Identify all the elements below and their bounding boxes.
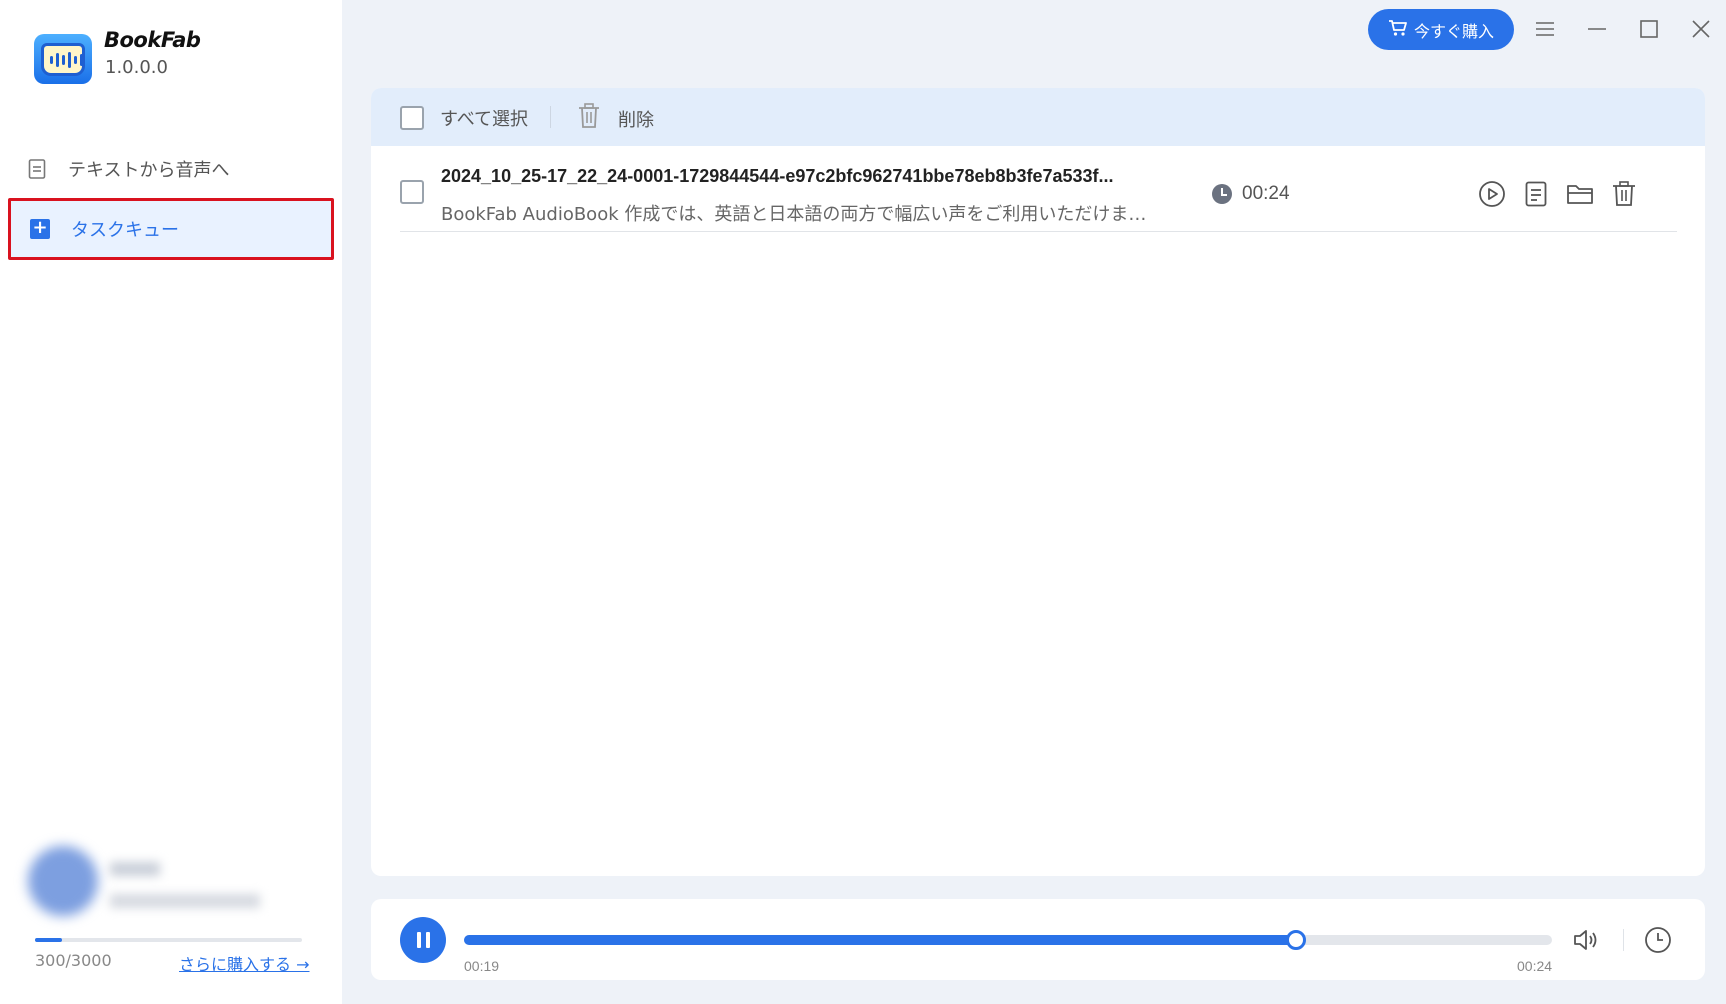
pause-icon: [416, 932, 421, 948]
toolbar-divider: [550, 106, 551, 128]
blurred-account-info: [110, 894, 260, 908]
player-divider: [1623, 929, 1624, 951]
select-all-control[interactable]: すべて選択: [400, 105, 528, 131]
buy-now-label: 今すぐ購入: [1413, 21, 1494, 41]
delete-label: 削除: [618, 109, 654, 131]
task-duration: 00:24: [1212, 183, 1290, 205]
sidebar-item-text-to-speech[interactable]: テキストから音声へ: [8, 138, 334, 200]
maximize-icon[interactable]: [1634, 14, 1664, 44]
queue-toolbar: すべて選択 削除: [371, 88, 1705, 146]
sleep-timer-icon[interactable]: [1643, 925, 1673, 955]
current-time: 00:19: [464, 958, 500, 974]
avatar[interactable]: [28, 846, 98, 916]
audio-player: 00:19 00:24: [371, 899, 1705, 980]
task-row: 2024_10_25-17_22_24-0001-1729844544-e97c…: [400, 150, 1677, 232]
app-version: 1.0.0.0: [105, 57, 168, 78]
playback-progress-handle[interactable]: [1286, 930, 1307, 950]
sidebar-item-label: タスクキュー: [71, 220, 179, 241]
playback-progress-bar[interactable]: [464, 930, 1552, 950]
delete-selected-button[interactable]: 削除: [578, 103, 654, 134]
select-all-checkbox[interactable]: [400, 106, 424, 130]
buy-more-link[interactable]: さらに購入する →: [179, 951, 310, 975]
volume-icon[interactable]: [1571, 925, 1601, 955]
queue-icon: [29, 217, 51, 240]
quota-progress-bar: [35, 938, 302, 942]
sidebar: BookFab 1.0.0.0 テキストから音声へ タスクキュー 300/300…: [0, 0, 342, 1004]
task-queue-panel: すべて選択 削除 2024_10_25-17_22_24-0001-172984…: [371, 88, 1705, 876]
sidebar-item-task-queue[interactable]: タスクキュー: [8, 198, 334, 260]
sidebar-item-label: テキストから音声へ: [68, 160, 230, 181]
blurred-username: [110, 862, 160, 876]
play-icon[interactable]: [1478, 180, 1506, 208]
text-file-icon[interactable]: [1522, 180, 1550, 208]
minimize-icon[interactable]: [1582, 14, 1612, 44]
task-checkbox[interactable]: [400, 180, 424, 204]
quota-text: 300/3000: [35, 951, 112, 970]
buy-now-button[interactable]: 今すぐ購入: [1368, 9, 1514, 50]
task-duration-value: 00:24: [1242, 183, 1290, 204]
trash-icon: [578, 103, 600, 134]
quota-progress-fill: [35, 938, 62, 942]
clock-icon: [1212, 184, 1232, 204]
cart-icon: [1388, 19, 1408, 41]
document-icon: [26, 158, 48, 180]
app-logo-icon: [34, 34, 92, 84]
playback-progress-fill: [464, 935, 1297, 945]
delete-icon[interactable]: [1610, 180, 1638, 208]
task-description: BookFab AudioBook 作成では、英語と日本語の両方で幅広い声をご利…: [441, 204, 1161, 225]
select-all-label: すべて選択: [440, 109, 529, 130]
app-name: BookFab: [104, 28, 201, 52]
task-title: 2024_10_25-17_22_24-0001-1729844544-e97c…: [441, 166, 1114, 186]
close-icon[interactable]: [1686, 14, 1716, 44]
pause-button[interactable]: [400, 917, 446, 963]
menu-icon[interactable]: [1530, 14, 1560, 44]
total-time: 00:24: [1517, 958, 1553, 974]
folder-icon[interactable]: [1566, 180, 1594, 208]
